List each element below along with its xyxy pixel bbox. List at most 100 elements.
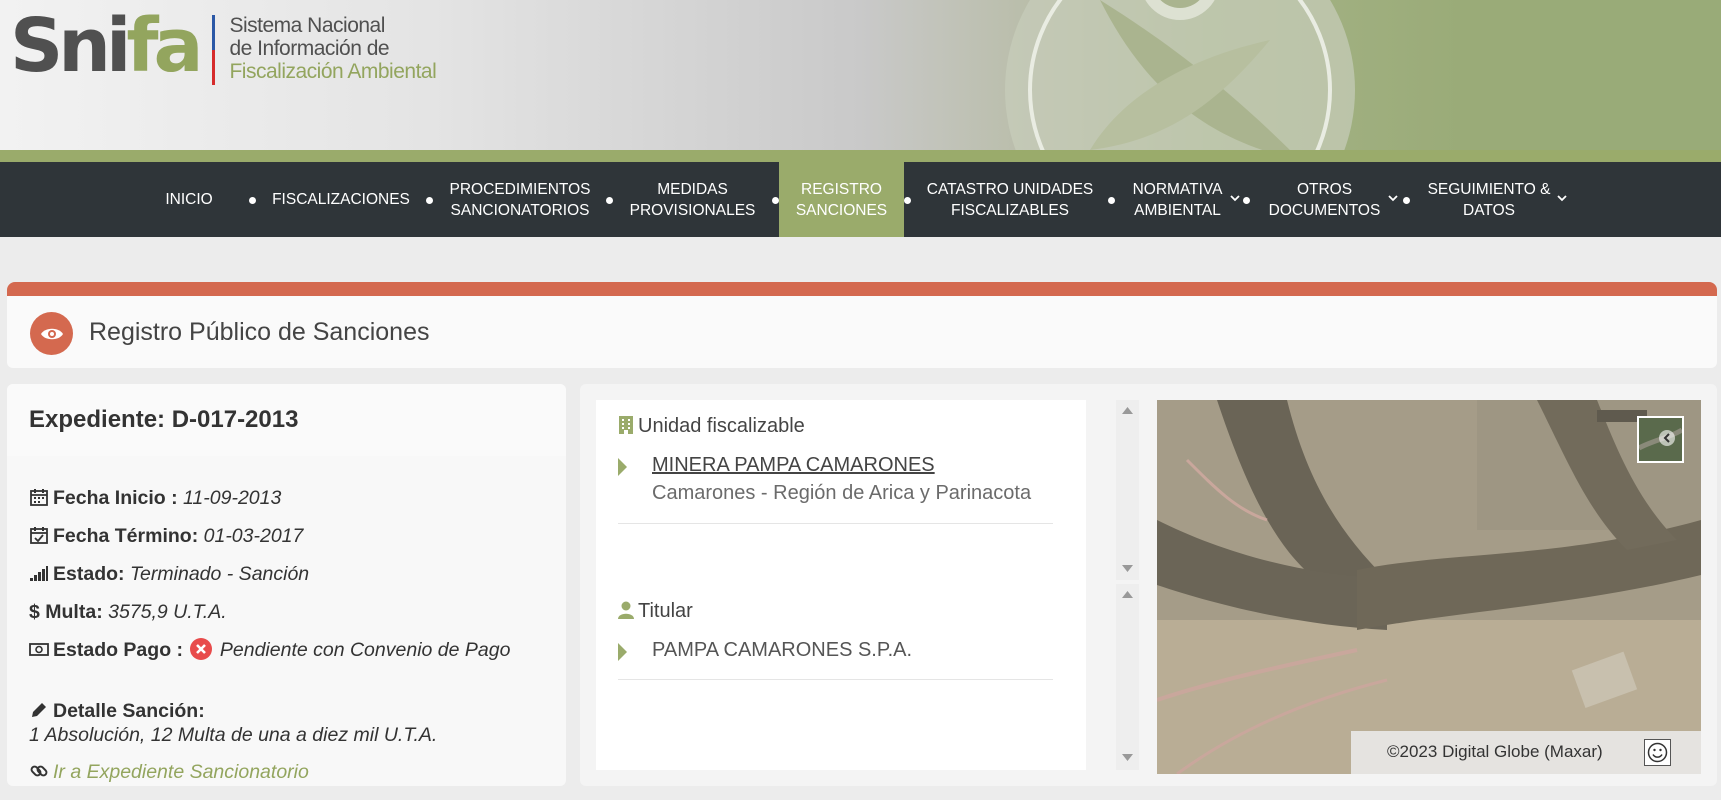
logo-line-3: Fiscalización Ambiental (229, 60, 437, 83)
calendar-check-icon (30, 527, 48, 544)
nav-item-normativa[interactable]: NORMATIVA AMBIENTAL (1125, 162, 1230, 237)
divider (618, 523, 1053, 524)
unidad-section-title: Unidad fiscalizable (638, 415, 805, 437)
nav-item-inicio[interactable]: INICIO (148, 162, 230, 237)
details-card: Unidad fiscalizable MINERA PAMPA CAMARON… (580, 384, 1717, 786)
nav-item-registro-sanciones[interactable]: REGISTRO SANCIONES (779, 162, 904, 237)
expediente-sancionatorio-link[interactable]: Ir a Expediente Sancionatorio (53, 761, 309, 783)
fecha-termino-row: Fecha Término: 01-03-2017 (29, 524, 303, 548)
logo-line-2: de Información de (229, 37, 390, 60)
expediente-title: Expediente: D-017-2013 (29, 406, 299, 433)
estado-row: Estado: Terminado - Sanción (29, 562, 309, 586)
nav-label: REGISTRO SANCIONES (795, 180, 888, 219)
map-credit-bar: ©2023 Digital Globe (Maxar) (1351, 731, 1701, 774)
multa-value: 3575,9 U.T.A. (108, 601, 227, 623)
fecha-termino-label: Fecha Término: (53, 525, 199, 547)
leaf-decoration-icon (1005, 0, 1721, 150)
map-credit-text: ©2023 Digital Globe (Maxar) (1387, 742, 1603, 761)
error-circle-icon (190, 638, 213, 660)
signal-icon (30, 566, 48, 581)
unidad-location: Camarones - Región de Arica y Parinacota (652, 482, 1032, 504)
map-layer-toggle[interactable] (1637, 416, 1684, 463)
nav-item-seguimiento[interactable]: SEGUIMIENTO & DATOS (1420, 162, 1558, 237)
details-list: Unidad fiscalizable MINERA PAMPA CAMARON… (596, 400, 1086, 770)
nav-item-procedimientos[interactable]: PROCEDIMIENTOS SANCIONATORIOS (442, 162, 598, 237)
chevron-left-icon (1637, 418, 1684, 461)
expediente-header: Expediente: D-017-2013 (7, 384, 566, 456)
page-title: Registro Público de Sanciones (89, 318, 430, 346)
nav-separator (1243, 197, 1250, 204)
chevron-down-icon[interactable] (1230, 193, 1240, 203)
unidad-name-link[interactable]: MINERA PAMPA CAMARONES (652, 454, 935, 477)
chevron-down-icon[interactable] (1557, 193, 1567, 203)
detalle-value: 1 Absolución, 12 Multa de una a diez mil… (29, 724, 438, 746)
nav-label: SEGUIMIENTO & DATOS (1427, 180, 1551, 219)
divider (618, 679, 1053, 680)
fecha-inicio-label: Fecha Inicio : (53, 487, 178, 509)
snifa-logo[interactable]: Snifa Sistema Nacional de Información de… (10, 9, 437, 85)
expediente-link-row[interactable]: Ir a Expediente Sancionatorio (29, 760, 309, 784)
scroll-down-icon[interactable] (1122, 754, 1133, 762)
logo-sni: Sni (10, 3, 131, 89)
detalle-label: Detalle Sanción: (53, 700, 205, 722)
fecha-inicio-value: 11-09-2013 (183, 487, 282, 509)
titular-scrollbar[interactable] (1116, 584, 1139, 770)
nav-label: INICIO (165, 191, 213, 208)
multa-label: Multa: (45, 601, 103, 623)
nav-separator (1108, 197, 1115, 204)
detalle-sancion-row: Detalle Sanción: 1 Absolución, 12 Multa … (29, 699, 549, 747)
estado-label: Estado: (53, 563, 125, 585)
nav-separator (904, 197, 911, 204)
scroll-down-icon[interactable] (1122, 565, 1133, 573)
main-nav: INICIO FISCALIZACIONES PROCEDIMIENTOS SA… (0, 162, 1721, 237)
money-bill-icon (29, 643, 49, 656)
titular-name: PAMPA CAMARONES S.P.A. (652, 639, 913, 661)
nav-label: PROCEDIMIENTOS SANCIONATORIOS (449, 180, 591, 219)
chevron-down-icon[interactable] (1388, 193, 1398, 203)
details-panel: Unidad fiscalizable MINERA PAMPA CAMARON… (580, 384, 1717, 786)
logo-divider (212, 15, 216, 85)
estado-value: Terminado - Sanción (129, 563, 310, 585)
nav-label: OTROS DOCUMENTOS (1268, 180, 1381, 219)
nav-item-otros-documentos[interactable]: OTROS DOCUMENTOS (1262, 162, 1387, 237)
unidad-scrollbar[interactable] (1116, 400, 1139, 580)
logo-wordmark: Snifa (10, 9, 203, 83)
caret-right-icon (618, 643, 627, 661)
fecha-inicio-row: Fecha Inicio : 11-09-2013 (29, 486, 281, 510)
nav-label: NORMATIVA AMBIENTAL (1132, 180, 1223, 219)
pencil-icon (32, 703, 46, 717)
nav-item-catastro[interactable]: CATASTRO UNIDADES FISCALIZABLES (915, 162, 1105, 237)
nav-label: FISCALIZACIONES (272, 191, 410, 208)
fecha-termino-value: 01-03-2017 (203, 525, 304, 547)
titular-section-title: Titular (638, 600, 693, 622)
scroll-up-icon[interactable] (1122, 591, 1133, 599)
user-icon (618, 601, 634, 619)
nav-label: CATASTRO UNIDADES FISCALIZABLES (926, 180, 1094, 219)
nav-separator (426, 197, 433, 204)
multa-row: $ Multa: 3575,9 U.T.A. (29, 600, 227, 624)
site-header: Snifa Sistema Nacional de Información de… (0, 0, 1721, 150)
estado-pago-label: Estado Pago : (53, 639, 184, 661)
logo-fa: fa (126, 3, 203, 89)
nav-separator (249, 197, 256, 204)
nav-separator (1403, 197, 1410, 204)
eye-icon (30, 312, 73, 355)
nav-separator (772, 197, 779, 204)
logo-tagline: Sistema Nacional de Información de Fisca… (229, 14, 436, 83)
caret-right-icon (618, 458, 627, 476)
header-strip (0, 150, 1721, 162)
page-title-card: Registro Público de Sanciones (7, 296, 1717, 368)
building-icon (619, 416, 633, 434)
logo-line-1: Sistema Nacional (229, 14, 385, 37)
nav-item-fiscalizaciones[interactable]: FISCALIZACIONES (265, 162, 417, 237)
estado-pago-value: Pendiente con Convenio de Pago (219, 639, 511, 661)
feedback-smile-icon[interactable] (1644, 739, 1671, 766)
link-icon (30, 765, 48, 777)
map-imagery (1157, 400, 1701, 774)
dollar-icon: $ (29, 601, 40, 623)
nav-label: MEDIDAS PROVISIONALES (629, 180, 756, 219)
nav-item-medidas[interactable]: MEDIDAS PROVISIONALES (620, 162, 765, 237)
estado-pago-row: Estado Pago : Pendiente con Convenio de … (29, 638, 529, 662)
satellite-map[interactable]: ©2023 Digital Globe (Maxar) (1157, 400, 1701, 774)
scroll-up-icon[interactable] (1122, 407, 1133, 415)
